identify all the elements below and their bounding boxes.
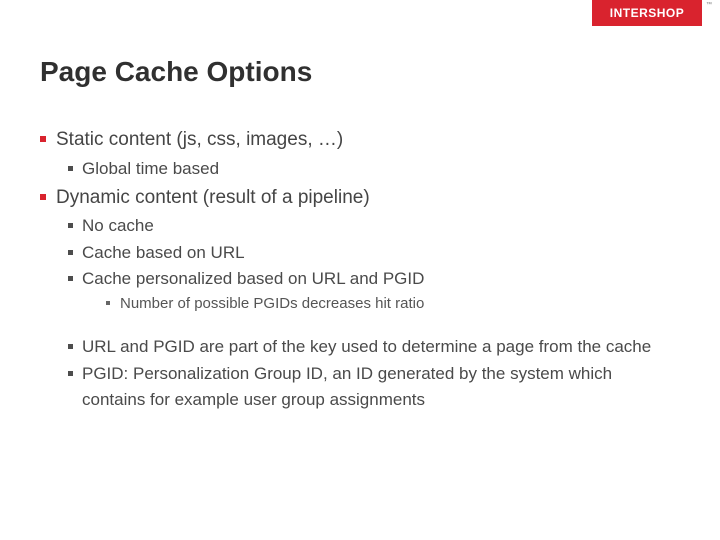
list-item: Cache based on URL <box>68 240 680 266</box>
list-item: Global time based <box>68 156 680 182</box>
brand-name: INTERSHOP <box>610 6 685 20</box>
list-item: PGID: Personalization Group ID, an ID ge… <box>68 361 680 414</box>
bullet-text: URL and PGID are part of the key used to… <box>82 337 651 356</box>
list-item: URL and PGID are part of the key used to… <box>68 334 680 360</box>
list-item: No cache <box>68 213 680 239</box>
bullet-text: Dynamic content (result of a pipeline) <box>56 187 370 208</box>
list-item: Dynamic content (result of a pipeline) N… <box>40 184 680 414</box>
bullet-list: Static content (js, css, images, …) Glob… <box>40 126 680 414</box>
list-item: Number of possible PGIDs decreases hit r… <box>106 292 680 316</box>
slide-content: Page Cache Options Static content (js, c… <box>0 0 720 414</box>
page-title: Page Cache Options <box>40 56 680 88</box>
bullet-text: No cache <box>82 216 154 235</box>
list-item: Static content (js, css, images, …) Glob… <box>40 126 680 182</box>
bullet-text: Cache personalized based on URL and PGID <box>82 269 424 288</box>
bullet-text: Cache based on URL <box>82 243 245 262</box>
brand-logo: INTERSHOP <box>592 0 702 26</box>
bullet-text: Global time based <box>82 159 219 178</box>
bullet-text: PGID: Personalization Group ID, an ID ge… <box>82 364 612 409</box>
bullet-text: Number of possible PGIDs decreases hit r… <box>120 295 424 312</box>
list-item: Cache personalized based on URL and PGID… <box>68 266 680 316</box>
trademark-symbol: ™ <box>706 2 712 8</box>
bullet-text: Static content (js, css, images, …) <box>56 129 343 150</box>
